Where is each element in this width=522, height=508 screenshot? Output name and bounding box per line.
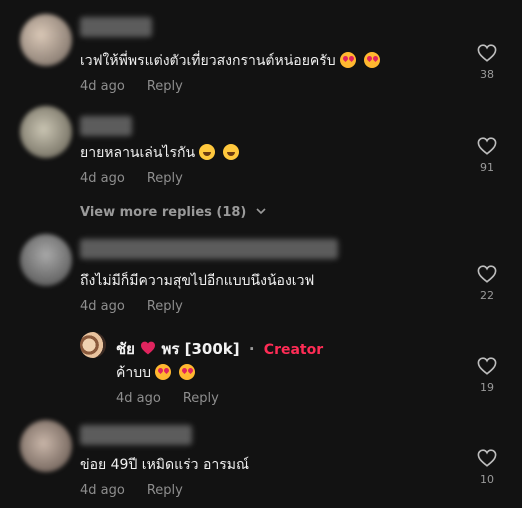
heart-outline-icon [477, 357, 497, 375]
timestamp: 4d ago [80, 79, 125, 94]
heart-outline-icon [477, 265, 497, 283]
like-button[interactable]: 38 [473, 44, 501, 81]
comment-text-content: ข่อย 49ปี เหมิดแร่ว อารมณ์ [80, 457, 249, 473]
comment-text-content: ถึงไม่มีก็มีความสุขไปอีกแบบนึงน้องเวฟ [80, 273, 315, 289]
reply-text: ค้าบบ [116, 362, 195, 384]
like-button[interactable]: 91 [473, 137, 501, 174]
heart-eyes-emoji-icon [155, 364, 171, 380]
like-count: 91 [480, 161, 494, 174]
avatar[interactable] [20, 106, 72, 158]
heart-outline-icon [477, 44, 497, 62]
avatar[interactable] [20, 14, 72, 66]
heart-eyes-emoji-icon [363, 52, 380, 68]
like-count: 10 [480, 473, 494, 486]
comment-meta: 4d ago Reply [80, 483, 183, 498]
separator-dot: · [248, 340, 255, 358]
timestamp: 4d ago [80, 171, 125, 186]
avatar[interactable] [20, 420, 72, 472]
reply-button[interactable]: Reply [183, 391, 219, 406]
red-heart-icon [141, 341, 156, 355]
comment-text: เวฟให้พี่พรแต่งตัวเที่ยวสงกรานต์หน่อยครั… [80, 50, 380, 72]
view-more-label: View more replies (18) [80, 205, 247, 220]
comment-meta: 4d ago Reply [80, 299, 183, 314]
comment-meta: 4d ago Reply [80, 171, 183, 186]
creator-badge: Creator [263, 342, 324, 358]
like-count: 22 [480, 289, 494, 302]
reply-meta: 4d ago Reply [116, 391, 219, 406]
timestamp: 4d ago [116, 391, 161, 406]
comment-text-content: เวฟให้พี่พรแต่งตัวเที่ยวสงกรานต์หน่อยครั… [80, 53, 336, 69]
username-blurred[interactable] [80, 239, 338, 259]
like-button[interactable]: 19 [473, 357, 501, 394]
like-button[interactable]: 10 [473, 449, 501, 486]
view-more-replies-button[interactable]: View more replies (18) [80, 205, 266, 220]
creator-name-part2: พร [300k] [161, 340, 240, 358]
laughing-emoji-icon [223, 144, 240, 160]
like-count: 19 [480, 381, 494, 394]
username-blurred[interactable] [80, 116, 132, 136]
reply-button[interactable]: Reply [147, 299, 183, 314]
comment-text: ข่อย 49ปี เหมิดแร่ว อารมณ์ [80, 454, 249, 476]
creator-avatar[interactable] [80, 332, 106, 358]
like-count: 38 [480, 68, 494, 81]
chevron-down-icon [256, 208, 266, 215]
reply-button[interactable]: Reply [147, 483, 183, 498]
comment-meta: 4d ago Reply [80, 79, 183, 94]
comment-text: ถึงไม่มีก็มีความสุขไปอีกแบบนึงน้องเวฟ [80, 270, 314, 292]
creator-name-part1: ชัย [116, 340, 135, 358]
timestamp: 4d ago [80, 483, 125, 498]
comment-text: ยายหลานเล่นไรกัน [80, 142, 240, 164]
heart-eyes-emoji-icon [179, 364, 195, 380]
reply-button[interactable]: Reply [147, 171, 183, 186]
reply-button[interactable]: Reply [147, 79, 183, 94]
reply-text-content: ค้าบบ [116, 365, 151, 381]
creator-name[interactable]: ชัย พร [300k] · Creator [116, 337, 323, 361]
like-button[interactable]: 22 [473, 265, 501, 302]
timestamp: 4d ago [80, 299, 125, 314]
username-blurred[interactable] [80, 17, 152, 37]
heart-outline-icon [477, 449, 497, 467]
heart-eyes-emoji-icon [339, 52, 356, 68]
heart-outline-icon [477, 137, 497, 155]
avatar[interactable] [20, 234, 72, 286]
comment-text-content: ยายหลานเล่นไรกัน [80, 145, 196, 161]
username-blurred[interactable] [80, 425, 192, 445]
laughing-emoji-icon [199, 144, 216, 160]
